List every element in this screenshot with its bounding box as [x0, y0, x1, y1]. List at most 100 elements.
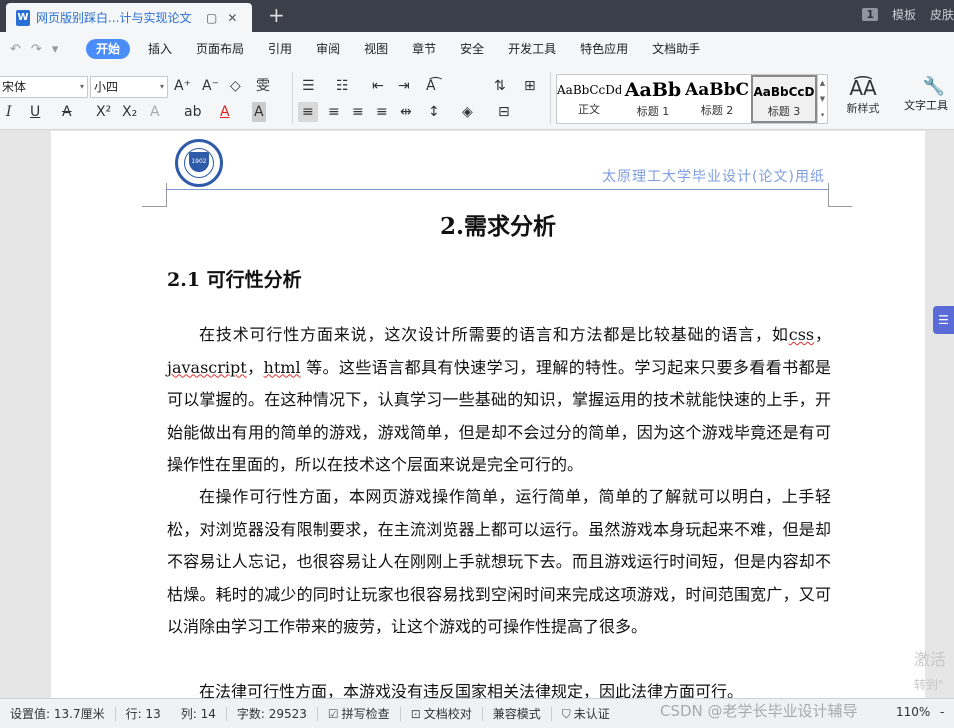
chapter-title: 2.需求分析	[439, 213, 556, 240]
header-rule	[166, 189, 828, 190]
undo-icon[interactable]: ↶	[10, 42, 21, 57]
status-setting[interactable]: 设置值: 13.7厘米	[0, 705, 115, 722]
menu-review[interactable]: 审阅	[304, 39, 352, 59]
align-left-button[interactable]: ≡	[298, 102, 318, 122]
char-shading-icon[interactable]: A	[252, 102, 266, 122]
new-style-label: 新样式	[846, 102, 880, 115]
italic-button[interactable]: I	[6, 102, 12, 122]
window-count-badge[interactable]: 1	[862, 8, 878, 21]
spell-check-label: 拼写检查	[341, 707, 390, 721]
style-name: 标题 3	[767, 105, 801, 118]
shrink-font-icon[interactable]: A⁻	[202, 76, 219, 96]
decrease-indent-icon[interactable]: ⇤	[372, 76, 384, 96]
document-workarea[interactable]: 1902 太原理工大学毕业设计(论文)用纸 2.需求分析 2.1 可行性分析 在…	[0, 131, 954, 698]
para1-sep: ，	[814, 325, 831, 344]
font-name-select[interactable]: 宋体 ▾	[0, 76, 88, 98]
font-size-value: 小四	[94, 80, 119, 94]
menu-view[interactable]: 视图	[352, 39, 400, 59]
style-heading-2[interactable]: AaBbC 标题 2	[685, 75, 749, 123]
subscript-button[interactable]: X₂	[122, 102, 137, 122]
menu-home[interactable]: 开始	[86, 39, 131, 59]
activation-watermark: 激活	[914, 650, 947, 669]
align-right-button[interactable]: ≡	[352, 102, 364, 122]
separator	[292, 72, 293, 124]
border-icon[interactable]: ⊟	[498, 102, 510, 122]
template-button[interactable]: 模板	[892, 6, 916, 23]
spell-check-button[interactable]: ☑ 拼写检查	[318, 705, 400, 722]
style-sample: AaBbC	[685, 80, 749, 100]
document-page[interactable]: 1902 太原理工大学毕业设计(论文)用纸 2.需求分析 2.1 可行性分析 在…	[51, 131, 925, 698]
clear-format-icon[interactable]: ◇	[230, 76, 241, 96]
style-heading-1[interactable]: AaBb 标题 1	[621, 75, 685, 123]
shading-icon[interactable]: ◈	[462, 102, 473, 122]
chevron-down-icon: ▾	[159, 82, 164, 91]
shield-icon: ⛉	[561, 707, 571, 721]
skin-button[interactable]: 皮肤	[930, 6, 954, 23]
style-normal[interactable]: AaBbCcDd 正文	[557, 75, 621, 123]
doc-check-button[interactable]: ⊡ 文档校对	[401, 705, 482, 722]
status-col: 列: 14	[180, 707, 216, 721]
margin-corner	[828, 183, 829, 207]
side-panel-tab[interactable]: ☰	[933, 306, 954, 334]
phonetic-guide-icon[interactable]: 雯	[256, 76, 270, 96]
highlight-icon[interactable]: ab	[184, 102, 201, 122]
new-style-button[interactable]: A͡A 新样式	[838, 76, 888, 116]
document-tab[interactable]: W 网页版别踩白...计与实现论文 ▢ ✕	[6, 3, 252, 32]
line-spacing-icon[interactable]: ↕	[428, 102, 440, 122]
chevron-down-icon: ▾	[79, 82, 84, 91]
font-size-select[interactable]: 小四 ▾	[90, 76, 168, 98]
status-word-count[interactable]: 字数: 29523	[227, 705, 317, 722]
paragraph-technical: 在技术可行性方面来说，这次设计所需要的语言和方法都是比较基础的语言，如css，j…	[167, 319, 831, 482]
menu-developer[interactable]: 开发工具	[496, 39, 568, 59]
bullet-list-icon[interactable]: ☰	[302, 76, 315, 96]
menu-bar: ↶ ↷ ▾ 开始 插入 页面布局 引用 审阅 视图 章节 安全 开发工具 特色应…	[0, 32, 954, 66]
spell-error-javascript: javascript	[167, 357, 247, 377]
csdn-watermark: CSDN @老学长毕业设计辅导	[660, 702, 858, 720]
align-center-button[interactable]: ≡	[328, 102, 340, 122]
menu-chapter[interactable]: 章节	[400, 39, 448, 59]
styles-scroll[interactable]: ▲ ▼ ▾	[817, 75, 827, 123]
style-sample: AaBbCcD	[753, 85, 815, 99]
status-row: 行: 13	[125, 707, 161, 721]
new-tab-button[interactable]: +	[268, 4, 285, 26]
font-color-icon[interactable]: A	[220, 102, 230, 122]
menu-references[interactable]: 引用	[256, 39, 304, 59]
text-tools-button[interactable]: 🔧 文字工具	[904, 76, 954, 113]
style-heading-3[interactable]: AaBbCcD 标题 3	[751, 75, 817, 123]
font-name-value: 宋体	[2, 80, 27, 94]
style-sample: AaBb	[624, 79, 682, 101]
zoom-out-button[interactable]: -	[940, 705, 944, 719]
sort-icon[interactable]: ⇅	[494, 76, 506, 96]
para1-text-a: 在技术可行性方面来说，这次设计所需要的语言和方法都是比较基础的语言，如	[199, 325, 789, 344]
underline-button[interactable]: U	[30, 102, 40, 122]
paragraph-operational: 在操作可行性方面，本网页游戏操作简单，运行简单，简单的了解就可以明白，上手轻松，…	[167, 487, 831, 637]
style-sample: AaBbCcDd	[557, 83, 621, 97]
distributed-button[interactable]: ⇹	[400, 102, 412, 122]
grow-font-icon[interactable]: A⁺	[174, 76, 191, 96]
menu-security[interactable]: 安全	[448, 39, 496, 59]
chinese-layout-icon[interactable]: A͡	[426, 76, 436, 96]
menu-page-layout[interactable]: 页面布局	[184, 39, 256, 59]
menu-insert[interactable]: 插入	[136, 39, 184, 59]
quick-access: ↶ ↷ ▾	[10, 42, 86, 57]
para1-sep: ，	[246, 357, 264, 377]
spell-check-icon: ☑	[327, 707, 339, 721]
increase-indent-icon[interactable]: ⇥	[398, 76, 410, 96]
redo-icon[interactable]: ↷	[31, 42, 42, 57]
paragraph-legal: 在法律可行性方面，本游戏没有违反国家相关法律规定，因此法律方面可行。	[199, 682, 744, 698]
restore-icon[interactable]: ▢	[206, 11, 217, 25]
certification-button[interactable]: ⛉ 未认证	[552, 705, 620, 722]
table-icon[interactable]: ⊞	[524, 76, 536, 96]
numbered-list-icon[interactable]: ☷	[336, 76, 349, 96]
quick-menu-icon[interactable]: ▾	[52, 42, 59, 57]
close-tab-icon[interactable]: ✕	[227, 11, 237, 25]
menu-doc-assistant[interactable]: 文档助手	[640, 39, 712, 59]
superscript-button[interactable]: X²	[96, 102, 111, 122]
justify-button[interactable]: ≡	[376, 102, 388, 122]
text-effect-icon[interactable]: A	[150, 102, 160, 122]
zoom-level[interactable]: 110%	[896, 705, 930, 719]
menu-special-apps[interactable]: 特色应用	[568, 39, 640, 59]
style-name: 正文	[578, 103, 600, 116]
wrench-icon: 🔧	[922, 76, 946, 97]
strikethrough-button[interactable]: A	[62, 102, 72, 122]
